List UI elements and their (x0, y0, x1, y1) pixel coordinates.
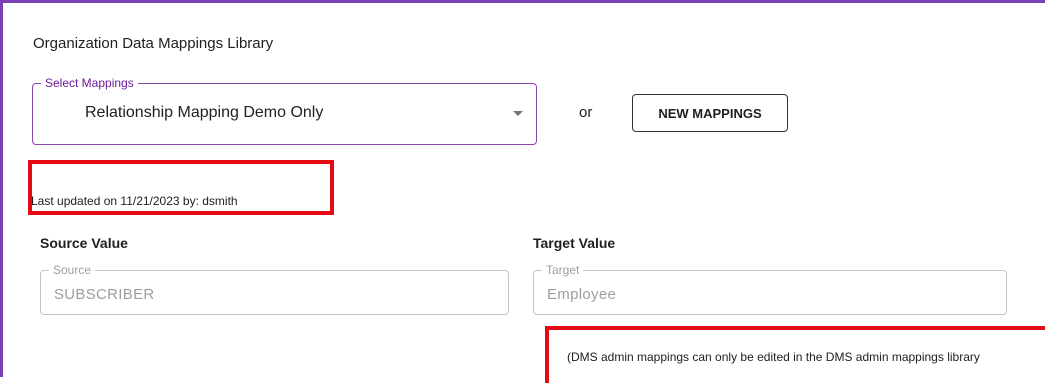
target-field: Target Employee (533, 264, 1007, 315)
target-field-label: Target (542, 264, 584, 277)
or-separator: or (579, 104, 593, 121)
target-value-header: Target Value (533, 235, 616, 251)
select-mappings-dropdown[interactable]: Select Mappings Relationship Mapping Dem… (32, 76, 537, 145)
source-field: Source SUBSCRIBER (40, 264, 509, 315)
new-mappings-button[interactable]: NEW MAPPINGS (632, 94, 788, 132)
target-field-value: Employee (547, 286, 617, 303)
mappings-panel: Organization Data Mappings Library Selec… (0, 0, 1045, 383)
page-title: Organization Data Mappings Library (33, 35, 274, 52)
admin-mappings-note: (DMS admin mappings can only be edited i… (567, 350, 980, 364)
source-value-header: Source Value (40, 235, 128, 251)
select-mappings-label: Select Mappings (41, 76, 138, 90)
source-field-value: SUBSCRIBER (54, 286, 155, 303)
chevron-down-icon[interactable] (513, 111, 523, 116)
select-mappings-value: Relationship Mapping Demo Only (85, 104, 324, 121)
source-field-label: Source (49, 264, 96, 277)
last-updated-text: Last updated on 11/21/2023 by: dsmith (31, 194, 238, 208)
